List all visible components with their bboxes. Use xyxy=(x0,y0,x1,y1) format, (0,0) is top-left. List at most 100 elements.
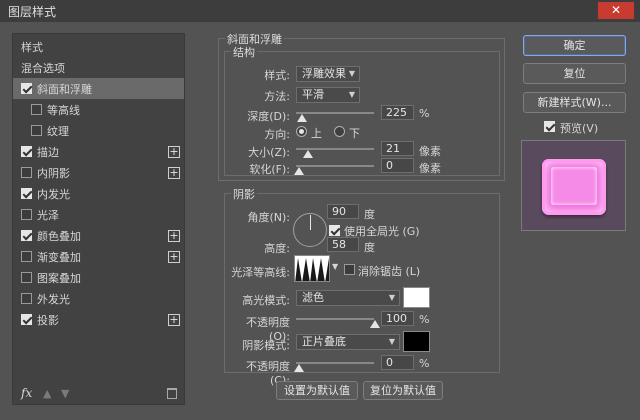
size-label: 大小(Z): xyxy=(248,146,290,159)
shadow-opacity-slider-track[interactable] xyxy=(296,362,374,364)
angle-input[interactable]: 90 xyxy=(327,204,359,219)
global-light-checkbox[interactable] xyxy=(329,225,340,236)
altitude-unit: 度 xyxy=(364,241,375,254)
style-item-label: 等高线 xyxy=(47,103,80,117)
angle-label: 角度(N): xyxy=(247,211,290,224)
style-item-gradient-overlay[interactable]: 渐变叠加 + xyxy=(13,246,184,267)
drop-shadow-checkbox[interactable] xyxy=(21,314,32,325)
styles-list-toolbar: fx ▲ ▼ xyxy=(13,382,184,404)
direction-up-radio[interactable] xyxy=(296,126,307,137)
style-item-label: 投影 xyxy=(37,313,59,327)
preview-checkbox[interactable] xyxy=(544,121,555,132)
soften-input[interactable]: 0 xyxy=(381,158,414,173)
shadow-opacity-input[interactable]: 0 xyxy=(381,355,414,370)
styles-header-label: 样式 xyxy=(21,40,43,54)
technique-dropdown-value: 平滑 xyxy=(302,88,324,101)
style-item-outer-glow[interactable]: 外发光 xyxy=(13,288,184,309)
bevel-checkbox[interactable] xyxy=(21,83,32,94)
highlight-opacity-slider-track[interactable] xyxy=(296,318,374,320)
soften-slider-thumb[interactable] xyxy=(294,167,304,175)
chevron-down-icon: ▼ xyxy=(388,293,395,302)
contour-chevron-down-icon[interactable]: ▼ xyxy=(332,262,338,271)
depth-input[interactable]: 225 xyxy=(381,105,414,120)
style-dropdown[interactable]: 浮雕效果 ▼ xyxy=(296,66,360,82)
style-item-inner-glow[interactable]: 内发光 xyxy=(13,183,184,204)
preview-swatch-shape xyxy=(542,159,606,215)
add-stroke-plus-icon[interactable]: + xyxy=(168,145,180,158)
move-up-arrow-icon[interactable]: ▲ xyxy=(43,387,51,400)
style-item-label: 外发光 xyxy=(37,292,70,306)
highlight-mode-value: 滤色 xyxy=(302,291,324,304)
style-item-pattern-overlay[interactable]: 图案叠加 xyxy=(13,267,184,288)
gradient-overlay-checkbox[interactable] xyxy=(21,251,32,262)
depth-unit: % xyxy=(419,107,430,120)
fx-menu-button[interactable]: fx xyxy=(21,386,32,400)
style-item-inner-shadow[interactable]: 内阴影 + xyxy=(13,162,184,183)
highlight-opacity-input[interactable]: 100 xyxy=(381,311,414,326)
reset-button[interactable]: 复位 xyxy=(523,63,626,84)
style-item-texture[interactable]: 纹理 xyxy=(13,120,184,141)
outer-glow-checkbox[interactable] xyxy=(21,293,32,304)
technique-label: 方法: xyxy=(264,90,290,103)
shadow-mode-dropdown[interactable]: 正片叠底 ▼ xyxy=(296,334,400,350)
altitude-input[interactable]: 58 xyxy=(327,237,359,252)
make-default-button[interactable]: 设置为默认值 xyxy=(276,381,358,400)
shadow-opacity-slider-thumb[interactable] xyxy=(294,364,304,372)
style-item-drop-shadow[interactable]: 投影 + xyxy=(13,309,184,330)
direction-label: 方向: xyxy=(264,128,290,141)
reset-default-button[interactable]: 复位为默认值 xyxy=(363,381,443,400)
highlight-mode-label: 高光模式: xyxy=(242,294,290,307)
angle-dial[interactable] xyxy=(293,213,327,247)
close-button[interactable]: ✕ xyxy=(598,2,634,19)
size-slider-thumb[interactable] xyxy=(303,150,313,158)
style-item-label: 颜色叠加 xyxy=(37,229,81,243)
style-item-stroke[interactable]: 描边 + xyxy=(13,141,184,162)
styles-header[interactable]: 样式 xyxy=(13,36,184,57)
size-input[interactable]: 21 xyxy=(381,141,414,156)
add-gradient-overlay-plus-icon[interactable]: + xyxy=(168,250,180,263)
style-item-bevel[interactable]: 斜面和浮雕 xyxy=(13,78,184,99)
texture-checkbox[interactable] xyxy=(31,125,42,136)
gloss-contour-label: 光泽等高线: xyxy=(231,266,290,279)
color-overlay-checkbox[interactable] xyxy=(21,230,32,241)
soften-slider-track[interactable] xyxy=(296,165,374,167)
style-item-satin[interactable]: 光泽 xyxy=(13,204,184,225)
highlight-opacity-slider-thumb[interactable] xyxy=(370,320,380,328)
size-unit: 像素 xyxy=(419,145,441,158)
depth-slider-track[interactable] xyxy=(296,112,374,114)
add-color-overlay-plus-icon[interactable]: + xyxy=(168,229,180,242)
highlight-opacity-unit: % xyxy=(419,313,430,326)
technique-dropdown[interactable]: 平滑 ▼ xyxy=(296,87,360,103)
direction-down-label: 下 xyxy=(349,127,360,140)
shadow-color-swatch[interactable] xyxy=(403,331,430,352)
angle-dial-needle xyxy=(310,215,311,230)
highlight-mode-dropdown[interactable]: 滤色 ▼ xyxy=(296,290,400,306)
inner-glow-checkbox[interactable] xyxy=(21,188,32,199)
trash-icon[interactable] xyxy=(167,387,177,399)
anti-alias-checkbox[interactable] xyxy=(344,264,355,275)
preview-inner-face xyxy=(551,167,597,205)
style-item-contour[interactable]: 等高线 xyxy=(13,99,184,120)
depth-label: 深度(D): xyxy=(247,110,290,123)
highlight-color-swatch[interactable] xyxy=(403,287,430,308)
shadow-mode-value: 正片叠底 xyxy=(302,335,346,348)
depth-slider-thumb[interactable] xyxy=(297,114,307,122)
satin-checkbox[interactable] xyxy=(21,209,32,220)
direction-down-radio[interactable] xyxy=(334,126,345,137)
gloss-contour-preview[interactable] xyxy=(294,255,330,282)
preview-label: 预览(V) xyxy=(560,122,599,135)
new-style-button[interactable]: 新建样式(W)... xyxy=(523,92,626,113)
move-down-arrow-icon[interactable]: ▼ xyxy=(61,387,69,400)
add-inner-shadow-plus-icon[interactable]: + xyxy=(168,166,180,179)
stroke-checkbox[interactable] xyxy=(21,146,32,157)
blend-options-item[interactable]: 混合选项 xyxy=(13,57,184,78)
contour-checkbox[interactable] xyxy=(31,104,42,115)
ok-button[interactable]: 确定 xyxy=(523,35,626,56)
add-drop-shadow-plus-icon[interactable]: + xyxy=(168,313,180,326)
anti-alias-label: 消除锯齿 (L) xyxy=(358,265,421,278)
style-item-color-overlay[interactable]: 颜色叠加 + xyxy=(13,225,184,246)
style-item-label: 内发光 xyxy=(37,187,70,201)
pattern-overlay-checkbox[interactable] xyxy=(21,272,32,283)
inner-shadow-checkbox[interactable] xyxy=(21,167,32,178)
soften-unit: 像素 xyxy=(419,162,441,175)
